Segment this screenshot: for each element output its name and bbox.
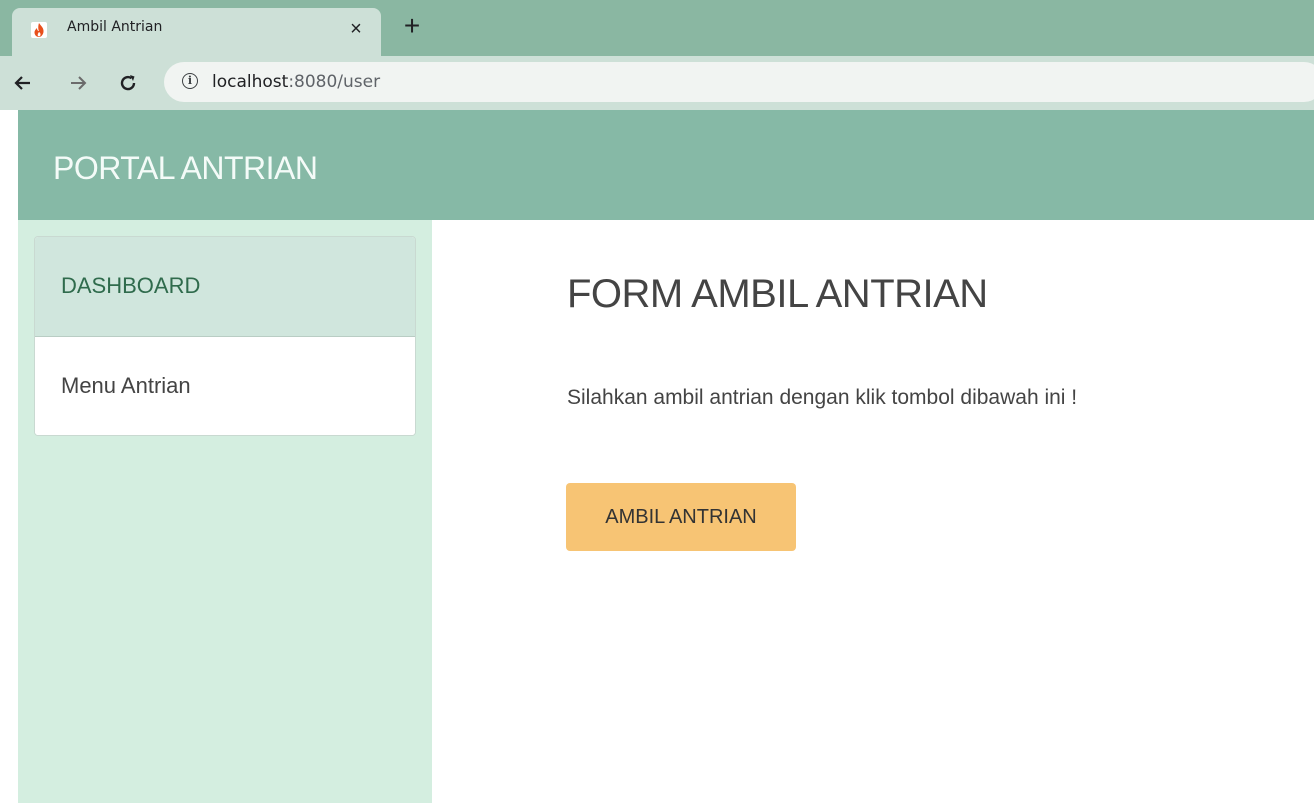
url-path: :8080/user xyxy=(288,72,381,92)
site-brand[interactable]: PORTAL ANTRIAN xyxy=(53,150,318,187)
address-bar[interactable]: i localhost:8080/user xyxy=(164,62,1314,102)
sidebar-item-menu-antrian[interactable]: Menu Antrian xyxy=(35,337,415,435)
browser-toolbar: i localhost:8080/user xyxy=(0,56,1314,110)
codeigniter-flame-icon xyxy=(31,22,47,38)
page-title: FORM AMBIL ANTRIAN xyxy=(567,272,988,316)
tab-title: Ambil Antrian xyxy=(67,19,163,35)
form-description: Silahkan ambil antrian dengan klik tombo… xyxy=(567,386,1078,409)
web-page: PORTAL ANTRIAN DASHBOARD Menu Antrian FO… xyxy=(18,110,1314,803)
forward-icon[interactable] xyxy=(66,72,90,96)
sidebar-item-dashboard[interactable]: DASHBOARD xyxy=(35,237,415,337)
url-host: localhost xyxy=(212,72,289,92)
sidebar-menu: DASHBOARD Menu Antrian xyxy=(34,236,416,436)
new-tab-icon[interactable]: + xyxy=(400,12,424,40)
back-icon[interactable] xyxy=(11,72,35,96)
browser-tab-strip: Ambil Antrian × + xyxy=(0,0,1314,56)
reload-icon[interactable] xyxy=(116,72,140,96)
ambil-antrian-button[interactable]: AMBIL ANTRIAN xyxy=(566,483,796,551)
browser-tab[interactable]: Ambil Antrian × xyxy=(12,8,381,56)
site-header: PORTAL ANTRIAN xyxy=(18,110,1314,220)
sidebar: DASHBOARD Menu Antrian xyxy=(18,220,432,803)
info-icon[interactable]: i xyxy=(182,73,198,89)
main-content: FORM AMBIL ANTRIAN Silahkan ambil antria… xyxy=(432,220,1314,803)
url-text: localhost:8080/user xyxy=(212,72,380,92)
tab-close-icon[interactable]: × xyxy=(345,18,367,40)
